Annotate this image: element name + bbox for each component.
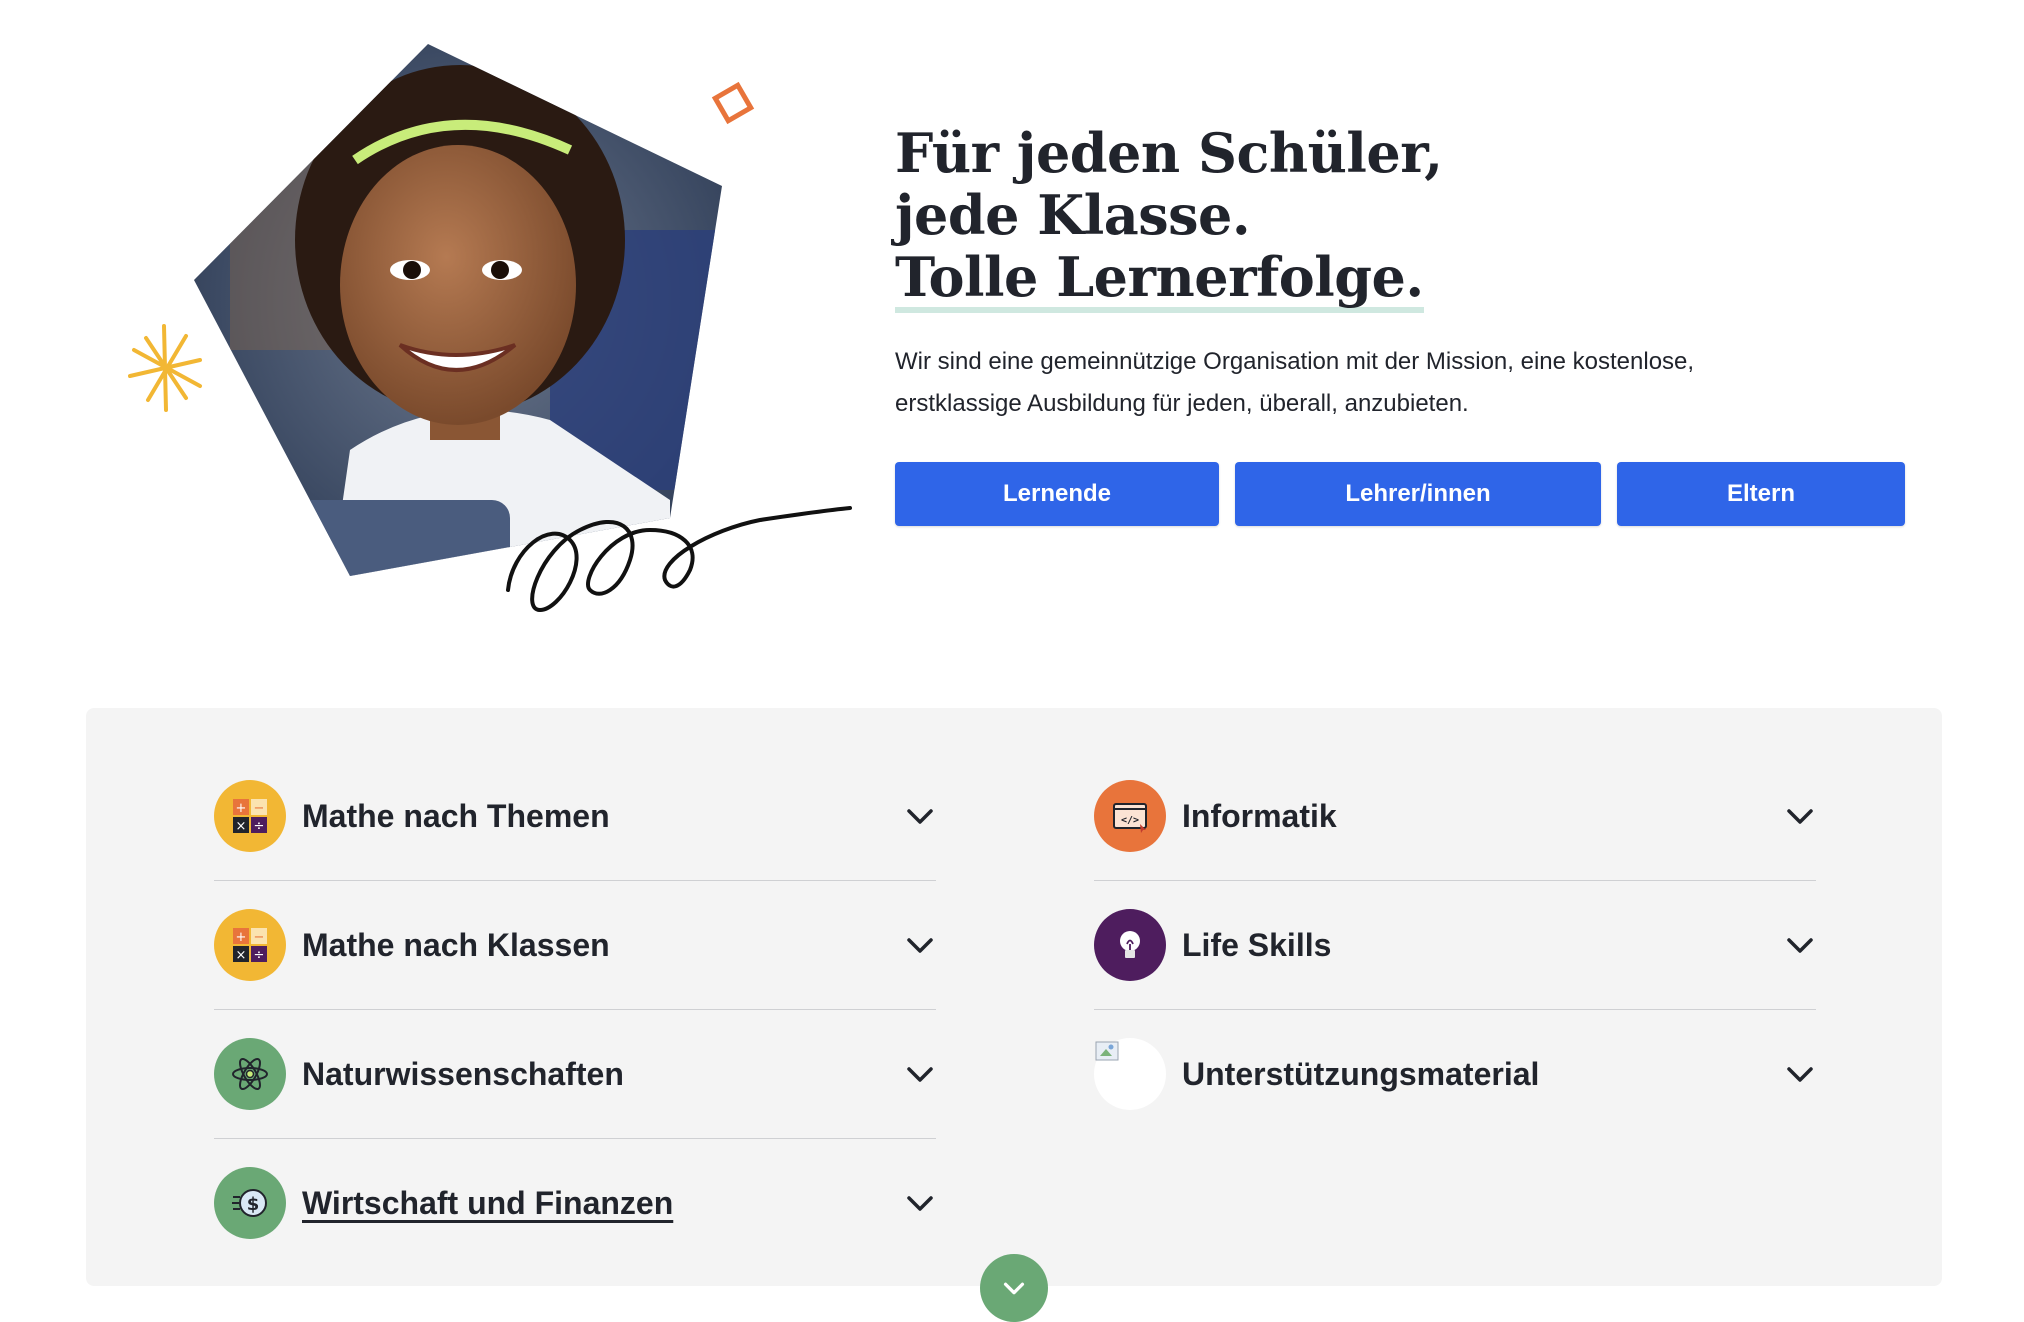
subject-row-life-skills[interactable]: Life Skills xyxy=(1094,881,1816,1010)
broken-image-icon xyxy=(1094,1038,1166,1110)
expand-more-button[interactable] xyxy=(980,1254,1048,1322)
svg-text:$: $ xyxy=(247,1194,260,1215)
chevron-down-icon[interactable] xyxy=(1784,929,1816,961)
subject-row-science[interactable]: Naturwissenschaften xyxy=(214,1010,936,1139)
svg-text:+: + xyxy=(236,930,247,945)
coin-dollar-icon: $ xyxy=(214,1167,286,1239)
headline-line-3: Tolle Lernerfolge. xyxy=(895,247,1424,313)
subject-label: Naturwissenschaften xyxy=(302,1055,624,1092)
subject-row-computing[interactable]: </> Informatik xyxy=(1094,752,1816,881)
headline-line-1: Für jeden Schüler, xyxy=(895,121,1443,185)
subject-row-math-topics[interactable]: + − × ÷ Mathe nach Themen xyxy=(214,752,936,881)
subject-label: Mathe nach Themen xyxy=(302,797,610,834)
atom-icon xyxy=(214,1038,286,1110)
svg-text:+: + xyxy=(236,801,247,816)
learners-button[interactable]: Lernende xyxy=(895,462,1219,526)
svg-text:×: × xyxy=(236,948,247,963)
svg-text:÷: ÷ xyxy=(254,819,265,834)
subject-row-math-grades[interactable]: + − × ÷ Mathe nach Klassen xyxy=(214,881,936,1010)
math-operators-icon: + − × ÷ xyxy=(214,780,286,852)
lightbulb-icon xyxy=(1094,909,1166,981)
subject-row-economics[interactable]: $ Wirtschaft und Finanzen xyxy=(214,1139,936,1267)
hero-photo-frame xyxy=(128,44,852,613)
svg-text:−: − xyxy=(254,801,265,816)
chevron-down-icon[interactable] xyxy=(904,929,936,961)
subject-label: Informatik xyxy=(1182,797,1337,834)
sparkle-decoration xyxy=(128,324,202,412)
subject-row-support-material[interactable]: Unterstützungsmaterial xyxy=(1094,1010,1816,1138)
headline-line-2: jede Klasse. xyxy=(895,183,1251,247)
student-photo xyxy=(194,44,722,576)
hero-subtitle: Wir sind eine gemeinnützige Organisation… xyxy=(895,348,1695,417)
chevron-down-icon[interactable] xyxy=(904,800,936,832)
subject-label: Unterstützungsmaterial xyxy=(1182,1055,1540,1092)
subjects-panel: + − × ÷ Mathe nach Themen + − × ÷ Mathe … xyxy=(86,708,1942,1286)
svg-text:</>: </> xyxy=(1121,815,1139,826)
math-operators-icon: + − × ÷ xyxy=(214,909,286,981)
subject-label: Mathe nach Klassen xyxy=(302,926,610,963)
hero-illustration xyxy=(110,30,870,630)
svg-text:−: − xyxy=(254,930,265,945)
subjects-column-right: </> Informatik Life Skills Unterstützung… xyxy=(1094,752,1816,1138)
teachers-button[interactable]: Lehrer/innen xyxy=(1235,462,1601,526)
parents-button[interactable]: Eltern xyxy=(1617,462,1905,526)
subject-label[interactable]: Wirtschaft und Finanzen xyxy=(302,1185,904,1222)
diamond-decoration xyxy=(711,81,755,125)
chevron-down-icon[interactable] xyxy=(1784,800,1816,832)
subject-label: Life Skills xyxy=(1182,926,1332,963)
chevron-down-icon[interactable] xyxy=(904,1187,936,1219)
svg-text:×: × xyxy=(236,819,247,834)
svg-text:÷: ÷ xyxy=(254,948,265,963)
chevron-down-icon[interactable] xyxy=(1784,1058,1816,1090)
hero-content: Für jeden Schüler, jede Klasse. Tolle Le… xyxy=(895,122,1915,425)
subjects-column-left: + − × ÷ Mathe nach Themen + − × ÷ Mathe … xyxy=(214,752,936,1267)
hero-headline: Für jeden Schüler, jede Klasse. Tolle Le… xyxy=(895,122,1915,313)
code-window-icon: </> xyxy=(1094,780,1166,852)
chevron-down-icon[interactable] xyxy=(904,1058,936,1090)
chevron-down-icon xyxy=(1003,1282,1025,1295)
